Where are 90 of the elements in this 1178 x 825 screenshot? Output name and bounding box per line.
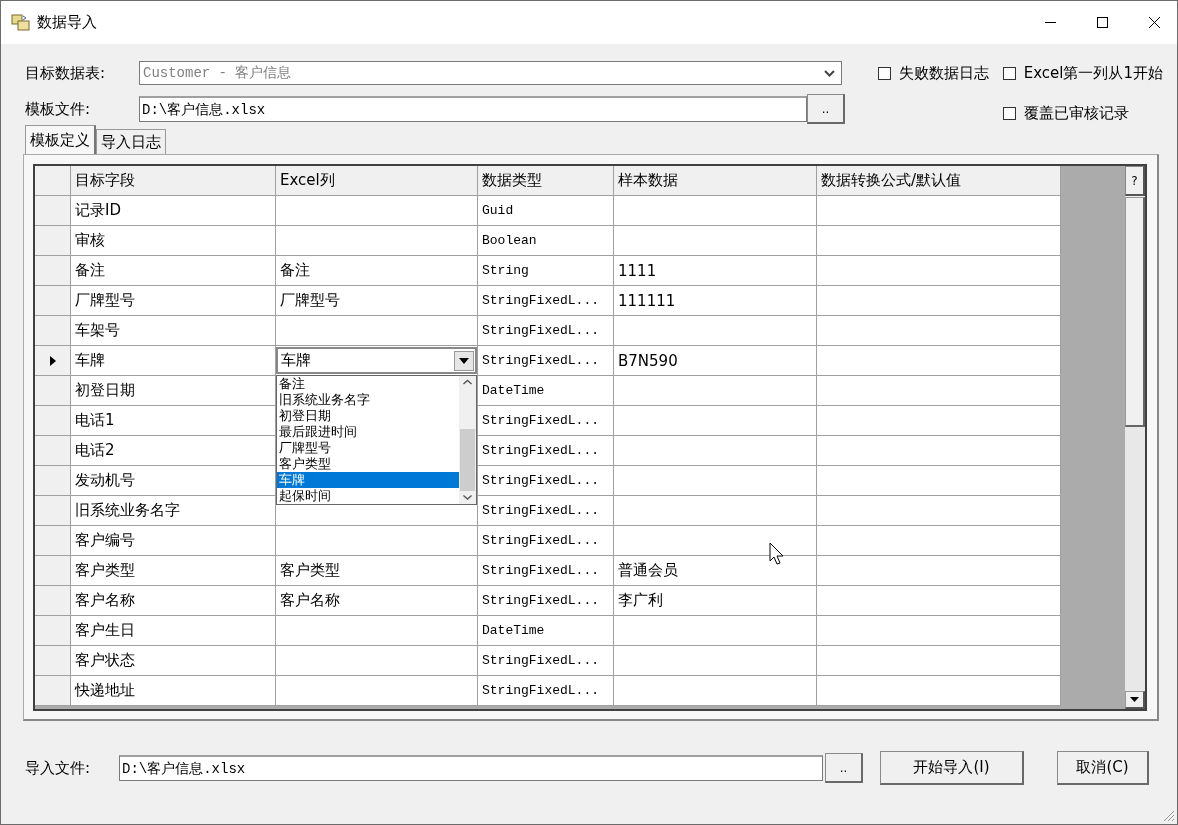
row-header[interactable] — [35, 346, 71, 376]
dropdown-option[interactable]: 厂牌型号 — [277, 440, 459, 456]
sample-data-cell: B7N590 — [614, 346, 817, 376]
field-label: 导入文件: — [25, 758, 92, 778]
column-header[interactable]: 数据类型 — [478, 166, 614, 196]
column-header[interactable]: 数据转换公式/默认值 — [817, 166, 1061, 196]
data-type-cell: StringFixedL... — [478, 496, 614, 526]
field-name: 客户生日 — [71, 616, 276, 646]
data-type-cell: StringFixedL... — [478, 406, 614, 436]
checkbox[interactable] — [877, 66, 891, 80]
field-label: 目标数据表: — [25, 63, 107, 83]
field-name: 快递地址 — [71, 676, 276, 706]
data-type-cell: DateTime — [478, 376, 614, 406]
mouse-cursor-icon — [769, 542, 785, 568]
window-title: 数据导入 — [37, 13, 98, 32]
data-type-cell: StringFixedL... — [478, 586, 614, 616]
browse-button[interactable]: .. — [807, 94, 845, 124]
dropdown-option[interactable]: 备注 — [277, 376, 459, 392]
chevron-down-icon[interactable] — [824, 69, 835, 77]
data-type-cell: Guid — [478, 196, 614, 226]
checkbox[interactable] — [1002, 106, 1016, 120]
data-type-cell: String — [478, 256, 614, 286]
maximize-icon[interactable] — [1096, 17, 1108, 28]
field-name: 旧系统业务名字 — [71, 496, 276, 526]
excel-column-cell: 备注 — [276, 256, 478, 286]
data-type-cell: DateTime — [478, 616, 614, 646]
data-type-cell: Boolean — [478, 226, 614, 256]
field-label: 模板文件: — [25, 99, 92, 119]
field-name: 车牌 — [71, 346, 276, 376]
data-type-cell: StringFixedL... — [478, 526, 614, 556]
field-name: 客户编号 — [71, 526, 276, 556]
field-name: 车架号 — [71, 316, 276, 346]
checkbox-label: 覆盖已审核记录 — [1023, 103, 1129, 123]
current-row-icon — [48, 354, 57, 367]
field-name: 备注 — [71, 256, 276, 286]
field-name: 审核 — [71, 226, 276, 256]
field-name: 初登日期 — [71, 376, 276, 406]
help-button[interactable]: ? — [1125, 166, 1145, 196]
data-type-cell: StringFixedL... — [478, 436, 614, 466]
start-import-button[interactable]: 开始导入(I) — [880, 751, 1024, 785]
sample-data-cell: 111111 — [614, 286, 817, 316]
import-file-field[interactable]: D:\客户信息.xlsx — [119, 755, 823, 781]
dropdown-option[interactable]: 车牌 — [277, 472, 459, 488]
field-name: 客户类型 — [71, 556, 276, 586]
target-table-dropdown[interactable]: Customer - 客户信息 — [139, 61, 842, 85]
dropdown-option[interactable]: 客户类型 — [277, 456, 459, 472]
minimize-icon[interactable] — [1044, 22, 1056, 23]
data-type-cell: StringFixedL... — [478, 646, 614, 676]
excel-column-cell: 客户类型 — [276, 556, 478, 586]
checkbox[interactable] — [1002, 66, 1016, 80]
column-header[interactable]: 目标字段 — [71, 166, 276, 196]
field-name: 发动机号 — [71, 466, 276, 496]
column-header[interactable]: Excel列 — [276, 166, 478, 196]
close-icon[interactable] — [1148, 17, 1160, 28]
data-type-cell: StringFixedL... — [478, 286, 614, 316]
column-header[interactable]: 样本数据 — [614, 166, 817, 196]
data-type-cell: StringFixedL... — [478, 556, 614, 586]
field-name: 电话1 — [71, 406, 276, 436]
field-name: 电话2 — [71, 436, 276, 466]
import-folders-icon — [11, 13, 31, 32]
tab[interactable]: 导入日志 — [96, 129, 166, 154]
dropdown-arrow-icon[interactable] — [459, 357, 469, 364]
dropdown-option[interactable]: 起保时间 — [277, 488, 459, 504]
dropdown-option[interactable]: 初登日期 — [277, 408, 459, 424]
sample-data-cell: 1111 — [614, 256, 817, 286]
checkbox-label: 失败数据日志 — [898, 63, 989, 83]
template-file-field[interactable]: D:\客户信息.xlsx — [139, 96, 807, 122]
field-name: 客户名称 — [71, 586, 276, 616]
scrollbar-thumb[interactable] — [1125, 197, 1145, 427]
excel-column-dropdown[interactable]: 车牌 — [276, 347, 477, 374]
browse-button[interactable]: .. — [825, 753, 863, 783]
checkbox-label: Excel第一列从1开始 — [1023, 63, 1163, 83]
data-type-cell: StringFixedL... — [478, 676, 614, 706]
data-type-cell: StringFixedL... — [478, 466, 614, 496]
dropdown-option[interactable]: 旧系统业务名字 — [277, 392, 459, 408]
excel-column-cell: 客户名称 — [276, 586, 478, 616]
resize-grip-icon[interactable] — [1161, 808, 1175, 822]
sample-data-cell: 李广利 — [614, 586, 817, 616]
cancel-button[interactable]: 取消(C) — [1057, 751, 1149, 785]
scrollbar-thumb[interactable] — [460, 428, 475, 492]
data-type-cell: StringFixedL... — [478, 316, 614, 346]
field-name: 厂牌型号 — [71, 286, 276, 316]
scroll-down-icon[interactable] — [1130, 697, 1139, 702]
field-name: 客户状态 — [71, 646, 276, 676]
dropdown-option[interactable]: 最后跟进时间 — [277, 424, 459, 440]
excel-column-cell: 厂牌型号 — [276, 286, 478, 316]
data-type-cell: StringFixedL... — [478, 346, 614, 376]
field-name: 记录ID — [71, 196, 276, 226]
sample-data-cell: 普通会员 — [614, 556, 817, 586]
tab[interactable]: 模板定义 — [25, 125, 96, 154]
